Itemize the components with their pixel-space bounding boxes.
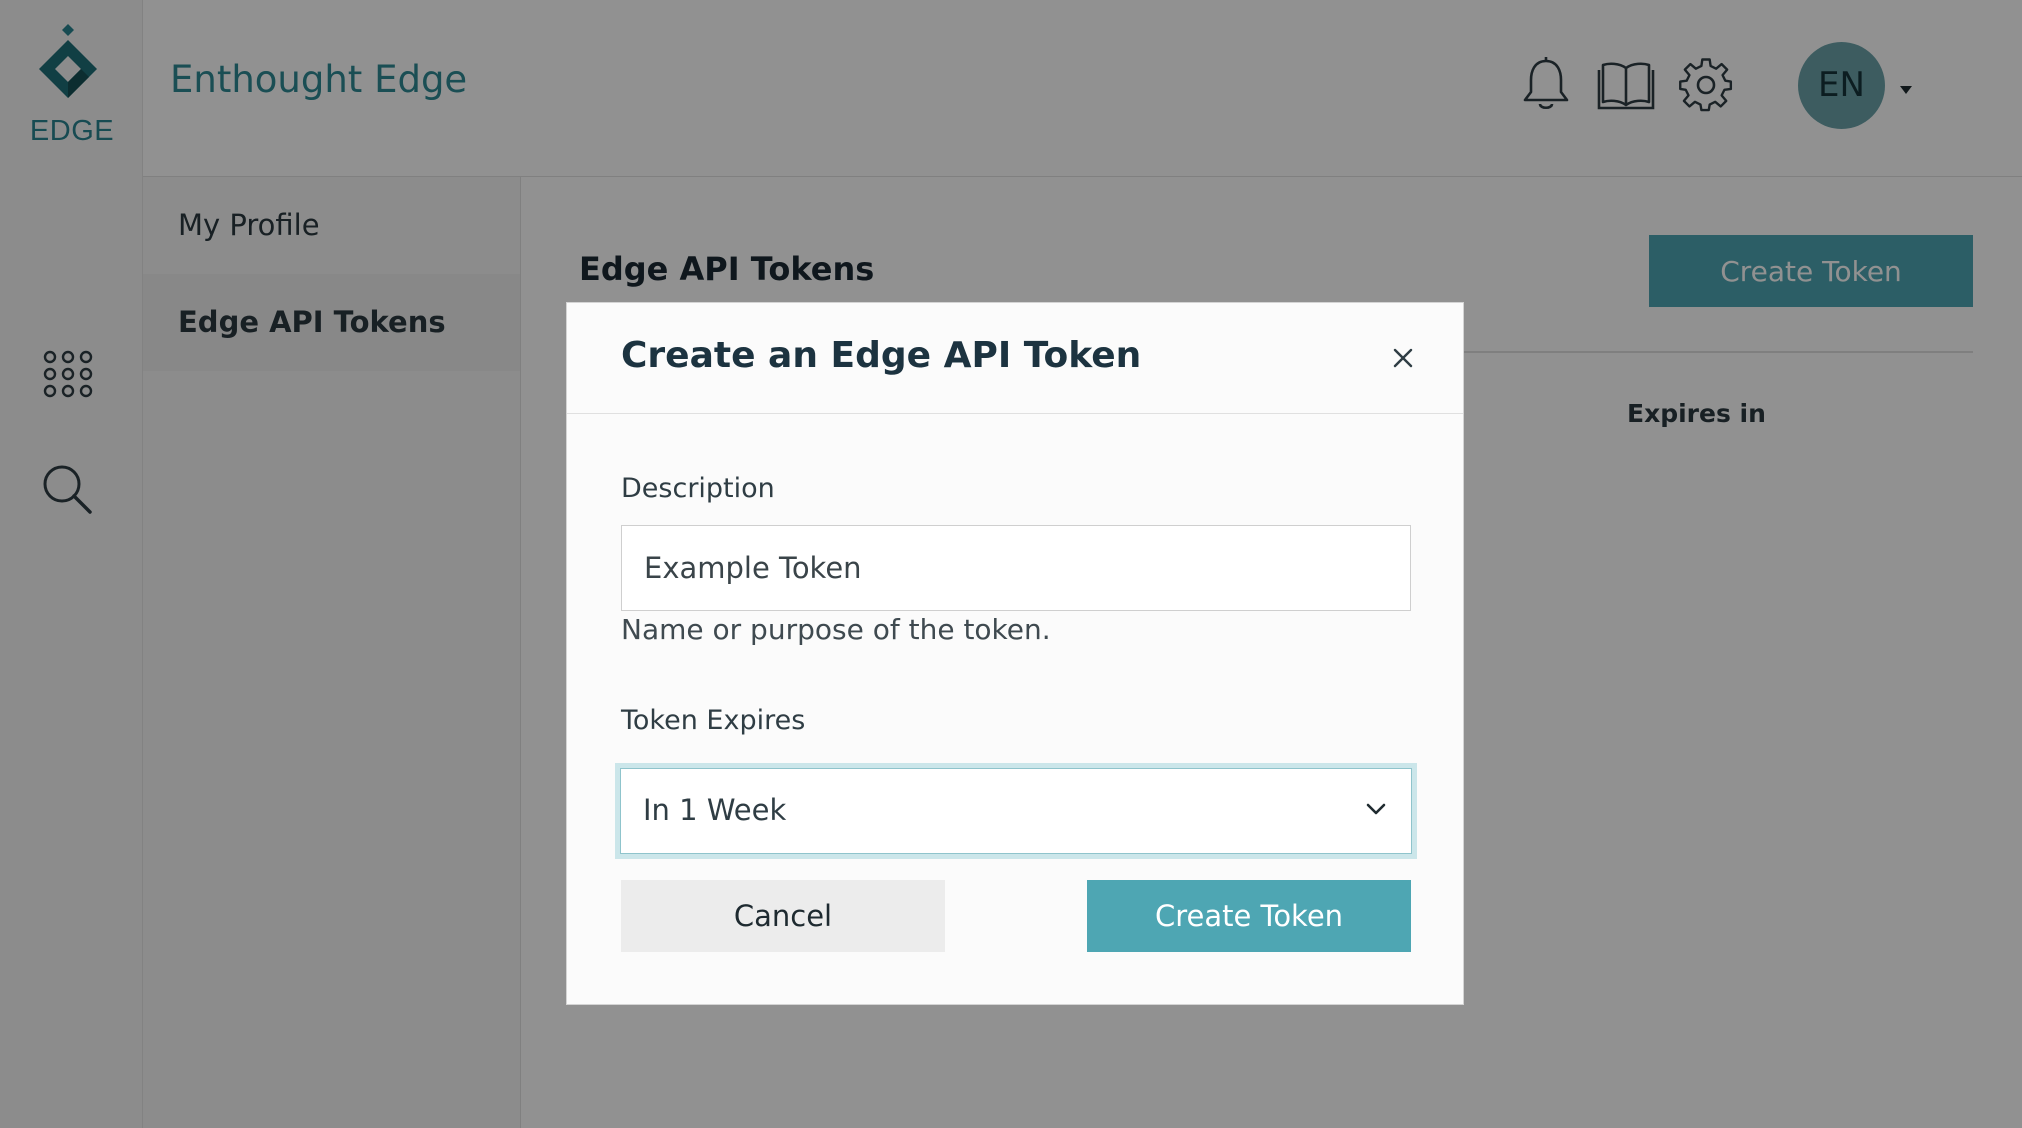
description-help-text: Name or purpose of the token. (621, 613, 1051, 646)
token-expires-label: Token Expires (621, 705, 806, 736)
dialog-header: Create an Edge API Token (567, 303, 1463, 414)
cancel-button[interactable]: Cancel (621, 880, 945, 952)
token-expires-select-focus-ring: In 1 Week (615, 763, 1417, 859)
token-expires-selected-value: In 1 Week (643, 793, 787, 827)
close-icon[interactable] (1389, 344, 1417, 372)
dialog-title: Create an Edge API Token (621, 335, 1142, 376)
create-token-submit-button[interactable]: Create Token (1087, 880, 1411, 952)
description-input[interactable] (621, 525, 1411, 611)
chevron-down-icon (1365, 801, 1387, 817)
create-token-dialog: Create an Edge API Token Description Nam… (566, 302, 1464, 1005)
token-expires-select[interactable]: In 1 Week (620, 768, 1412, 854)
description-label: Description (621, 473, 775, 504)
